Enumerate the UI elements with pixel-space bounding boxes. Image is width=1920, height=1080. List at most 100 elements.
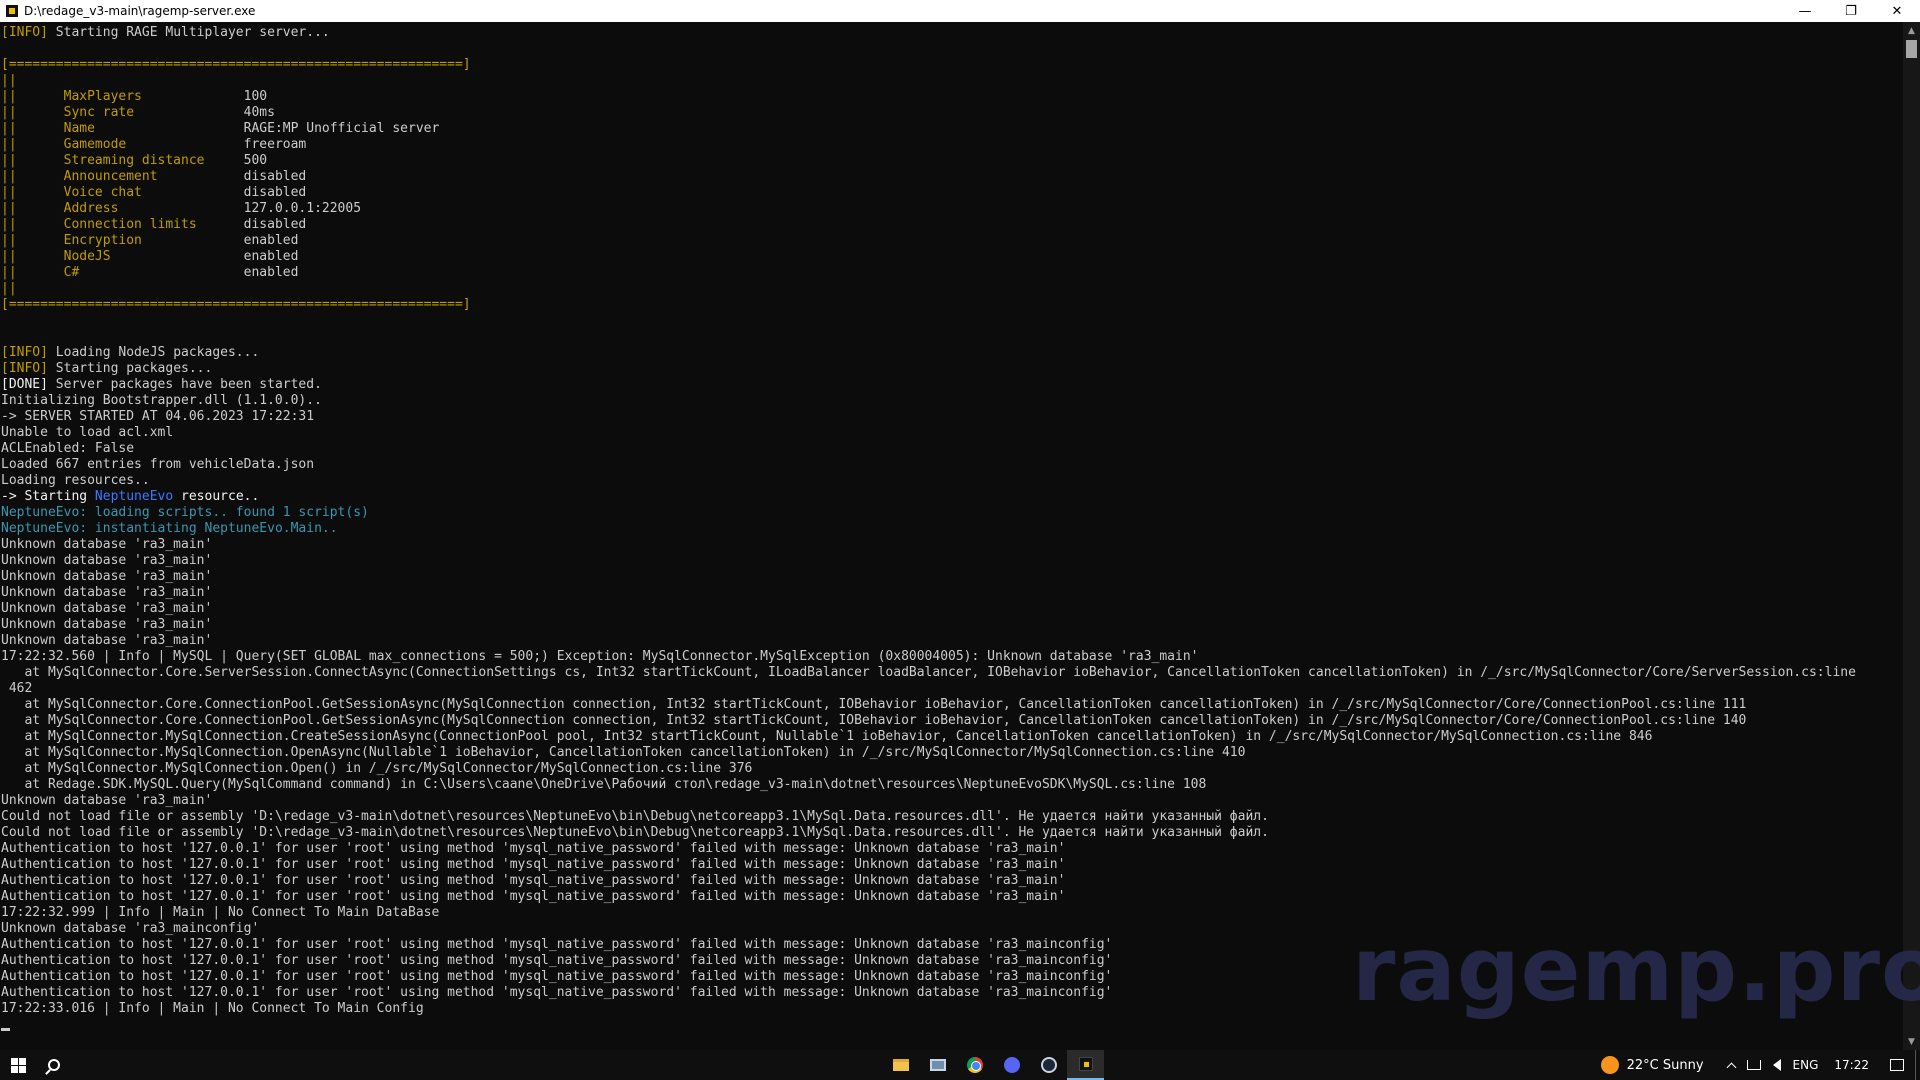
- taskbar: 22°C Sunny ENG 17:22: [0, 1050, 1920, 1080]
- console-text: Loaded 667 entries from vehicleData.json: [1, 457, 315, 472]
- console-line: [INFO] Starting RAGE Multiplayer server.…: [1, 25, 1903, 41]
- console-text: resource..: [173, 489, 260, 504]
- console-text: || C#: [1, 265, 244, 280]
- console-text: 17:22:33.016 | Info | Main | No Connect …: [1, 1001, 424, 1016]
- taskbar-app-remote-desktop[interactable]: [919, 1050, 956, 1080]
- console-line: [=======================================…: [1, 57, 1903, 73]
- console-text: Unknown database 'ra3_main': [1, 585, 213, 600]
- console-text: Could not load file or assembly 'D:\reda…: [1, 825, 1269, 840]
- taskbar-app-discord[interactable]: [993, 1050, 1030, 1080]
- console-line: at MySqlConnector.MySqlConnection.Open()…: [1, 761, 1903, 777]
- console-text: Authentication to host '127.0.0.1' for u…: [1, 841, 1066, 856]
- language-indicator[interactable]: ENG: [1787, 1050, 1825, 1080]
- console-line: Unknown database 'ra3_main': [1, 601, 1903, 617]
- speaker-icon: [1772, 1059, 1781, 1071]
- console-text: [INFO]: [1, 361, 48, 376]
- console-line: || NodeJS enabled: [1, 249, 1903, 265]
- console-text: [INFO]: [1, 25, 48, 40]
- console-text: || Encryption: [1, 233, 244, 248]
- console-text: at MySqlConnector.Core.ConnectionPool.Ge…: [1, 713, 1747, 728]
- console-text: enabled: [243, 249, 299, 264]
- folder-icon: [892, 1059, 909, 1071]
- console-line: Initializing Bootstrapper.dll (1.1.0.0).…: [1, 393, 1903, 409]
- show-desktop-button[interactable]: [1915, 1050, 1920, 1080]
- console-text: Unknown database 'ra3_main': [1, 617, 213, 632]
- taskbar-app-steam[interactable]: [1030, 1050, 1067, 1080]
- console-line: || C# enabled: [1, 265, 1903, 281]
- close-button[interactable]: ✕: [1874, 0, 1920, 22]
- console-output[interactable]: [INFO] Starting RAGE Multiplayer server.…: [0, 22, 1903, 1050]
- console-text: Could not load file or assembly 'D:\reda…: [1, 809, 1269, 824]
- console-line: NeptuneEvo: loading scripts.. found 1 sc…: [1, 505, 1903, 521]
- scroll-down-arrow-icon[interactable]: ▼: [1903, 1033, 1920, 1050]
- console-line: || MaxPlayers 100: [1, 89, 1903, 105]
- show-hidden-icons-button[interactable]: [1722, 1050, 1741, 1080]
- console-line: -> SERVER STARTED AT 04.06.2023 17:22:31: [1, 409, 1903, 425]
- console-line: || Address 127.0.0.1:22005: [1, 201, 1903, 217]
- console-text: NeptuneEvo: [94, 489, 174, 504]
- console-line: Authentication to host '127.0.0.1' for u…: [1, 889, 1903, 905]
- console-line: Unknown database 'ra3_main': [1, 585, 1903, 601]
- console-line: Unknown database 'ra3_main': [1, 793, 1903, 809]
- minimize-button[interactable]: —: [1782, 0, 1828, 22]
- watermark-logo: ragemp.pro: [1352, 918, 1920, 1021]
- console-text: enabled: [243, 265, 299, 280]
- console-text: -> Starting: [1, 489, 95, 504]
- console-text: disabled: [243, 185, 307, 200]
- console-line: Loaded 667 entries from vehicleData.json: [1, 457, 1903, 473]
- search-button[interactable]: [36, 1050, 72, 1080]
- notifications-button[interactable]: [1879, 1050, 1915, 1080]
- taskbar-app-file-explorer[interactable]: [882, 1050, 919, 1080]
- console-text: || Address: [1, 201, 244, 216]
- console-line: Unknown database 'ra3_main': [1, 633, 1903, 649]
- taskbar-app-chrome[interactable]: [956, 1050, 993, 1080]
- console-text: Loading resources..: [1, 473, 150, 488]
- ragemp-app-icon: [6, 5, 18, 17]
- console-line: Unknown database 'ra3_main': [1, 617, 1903, 633]
- sun-icon[interactable]: [1600, 1056, 1619, 1074]
- console-text: Starting packages...: [47, 361, 213, 376]
- console-text: ..: [321, 521, 338, 536]
- taskbar-app-ragemp-server[interactable]: [1067, 1050, 1104, 1080]
- console-line: || Announcement disabled: [1, 169, 1903, 185]
- console-line: Authentication to host '127.0.0.1' for u…: [1, 873, 1903, 889]
- console-text: [=======================================…: [1, 57, 471, 72]
- vertical-scrollbar[interactable]: ▲ ▼: [1903, 22, 1920, 1050]
- console-text: Authentication to host '127.0.0.1' for u…: [1, 857, 1066, 872]
- console-text: RAGE:MP Unofficial server: [243, 121, 440, 136]
- system-tray: 22°C Sunny ENG 17:22: [1600, 1050, 1920, 1080]
- start-button[interactable]: [0, 1050, 36, 1080]
- console-line: || Sync rate 40ms: [1, 105, 1903, 121]
- console-line: at Redage.SDK.MySQL.Query(MySqlCommand c…: [1, 777, 1903, 793]
- maximize-button[interactable]: ❐: [1828, 0, 1874, 22]
- console-text: at MySqlConnector.Core.ConnectionPool.Ge…: [1, 697, 1747, 712]
- console-text: enabled: [243, 233, 299, 248]
- console-text: ||: [1, 73, 17, 88]
- network-icon: [1746, 1060, 1761, 1070]
- console-text: 462: [1, 681, 33, 696]
- console-text: || NodeJS: [1, 249, 244, 264]
- console-line: Unknown database 'ra3_main': [1, 553, 1903, 569]
- console-text: [=======================================…: [1, 297, 471, 312]
- network-button[interactable]: [1741, 1050, 1767, 1080]
- console-line: Authentication to host '127.0.0.1' for u…: [1, 841, 1903, 857]
- console-line: [DONE] Server packages have been started…: [1, 377, 1903, 393]
- console-text: Authentication to host '127.0.0.1' for u…: [1, 985, 1113, 1000]
- console-text: Authentication to host '127.0.0.1' for u…: [1, 937, 1113, 952]
- console-text: || Name: [1, 121, 244, 136]
- console-text: Unknown database 'ra3_main': [1, 793, 213, 808]
- console-line: [INFO] Loading NodeJS packages...: [1, 345, 1903, 361]
- console-line: || Voice chat disabled: [1, 185, 1903, 201]
- weather-widget[interactable]: 22°C Sunny: [1627, 1058, 1704, 1073]
- console-text: NeptuneEvo.Main: [204, 521, 322, 536]
- clock[interactable]: 17:22: [1824, 1050, 1879, 1080]
- scroll-thumb[interactable]: [1906, 40, 1917, 58]
- console-text: 17:22:32.999 | Info | Main | No Connect …: [1, 905, 440, 920]
- window-title-bar[interactable]: D:\redage_v3-main\ragemp-server.exe — ❐ …: [0, 0, 1920, 22]
- scroll-up-arrow-icon[interactable]: ▲: [1903, 22, 1920, 39]
- volume-button[interactable]: [1767, 1050, 1787, 1080]
- console-text: 127.0.0.1:22005: [243, 201, 362, 216]
